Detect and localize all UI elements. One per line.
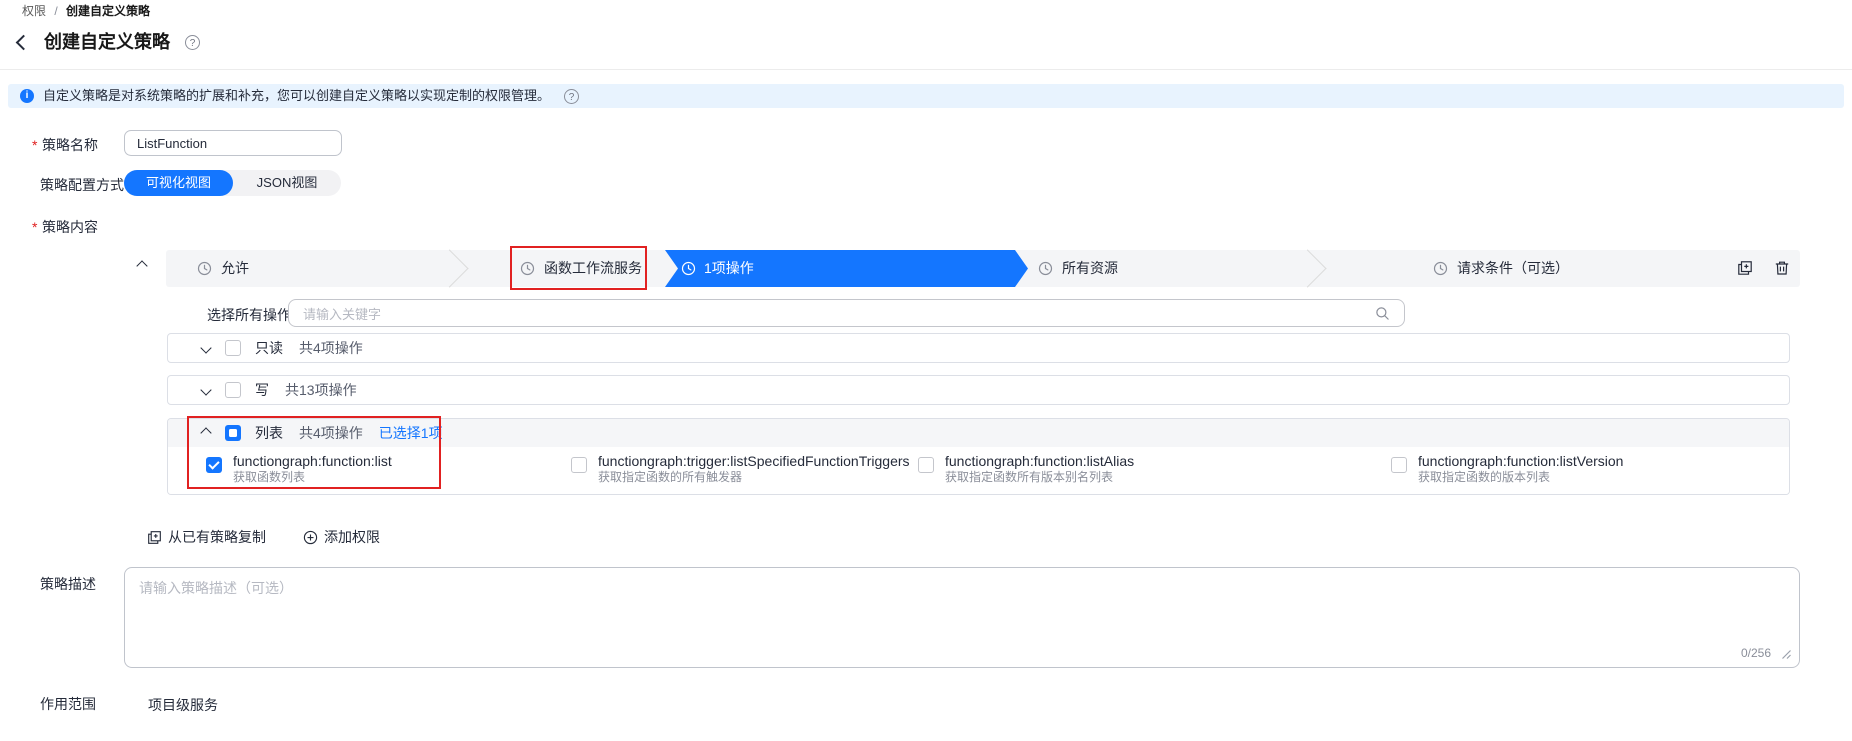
- chevron-down-icon[interactable]: [200, 384, 212, 396]
- banner-help-icon[interactable]: ?: [564, 88, 580, 104]
- copy-plus-icon: [147, 530, 162, 545]
- operation-checkbox[interactable]: [1391, 457, 1407, 473]
- step-separator: [430, 249, 469, 288]
- step-effect-allow[interactable]: 允许: [221, 250, 249, 287]
- collapse-statement-icon[interactable]: [136, 260, 148, 272]
- select-all-operations-label: 选择所有操作: [207, 307, 291, 323]
- description-textarea[interactable]: [125, 568, 1799, 640]
- description-label: 策略描述: [40, 576, 96, 592]
- chevron-down-icon[interactable]: [200, 342, 212, 354]
- config-mode-switch: 可视化视图 JSON视图: [124, 170, 341, 196]
- operation-desc: 获取指定函数的所有触发器: [598, 470, 743, 484]
- operation-checkbox[interactable]: [206, 457, 222, 473]
- policy-name-label: 策略名称: [42, 137, 98, 153]
- group-list-bar[interactable]: 列表 共4项操作 已选择1项: [168, 419, 1789, 447]
- resize-handle-icon[interactable]: [1781, 649, 1792, 660]
- group-list-items: functiongraph:function:list 获取函数列表 funct…: [168, 447, 1789, 494]
- operation-item-list-alias[interactable]: functiongraph:function:listAlias 获取指定函数所…: [918, 453, 1134, 485]
- group-readonly-checkbox[interactable]: [225, 340, 241, 356]
- breadcrumb-separator: /: [54, 4, 58, 18]
- group-write-count: 共13项操作: [285, 382, 357, 398]
- group-write-label: 写: [255, 382, 269, 398]
- step-conditions-optional[interactable]: 请求条件（可选）: [1457, 250, 1569, 287]
- operation-desc: 获取指定函数的版本列表: [1418, 470, 1551, 484]
- operation-item-list[interactable]: functiongraph:function:list 获取函数列表: [206, 453, 392, 485]
- clock-icon: [1038, 261, 1053, 276]
- group-list-count: 共4项操作: [299, 425, 363, 441]
- duplicate-statement-icon[interactable]: [1737, 260, 1753, 276]
- breadcrumb: 权限 / 创建自定义策略: [22, 3, 150, 19]
- tab-visual-view[interactable]: 可视化视图: [124, 170, 233, 196]
- add-permission-label: 添加权限: [324, 529, 380, 545]
- group-readonly-bar[interactable]: 只读 共4项操作: [167, 333, 1790, 363]
- search-input[interactable]: [301, 301, 1365, 327]
- group-write-checkbox[interactable]: [225, 382, 241, 398]
- operations-search: [288, 299, 1405, 327]
- required-marker: *: [32, 219, 38, 235]
- group-readonly-count: 共4项操作: [299, 340, 363, 356]
- operation-name: functiongraph:function:listAlias: [945, 453, 1135, 469]
- operation-checkbox[interactable]: [918, 457, 934, 473]
- policy-content-label: 策略内容: [42, 219, 98, 235]
- operation-checkbox[interactable]: [571, 457, 587, 473]
- char-counter: 0/256: [1740, 646, 1771, 660]
- info-banner: i 自定义策略是对系统策略的扩展和补充，您可以创建自定义策略以实现定制的权限管理…: [8, 84, 1844, 108]
- operation-desc: 获取指定函数所有版本别名列表: [945, 470, 1114, 484]
- config-mode-label: 策略配置方式: [40, 177, 124, 193]
- operation-name: functiongraph:function:list: [233, 453, 392, 469]
- banner-message: 自定义策略是对系统策略的扩展和补充，您可以创建自定义策略以实现定制的权限管理。: [43, 88, 551, 103]
- group-list-checkbox[interactable]: [225, 425, 241, 441]
- step-service-functiongraph[interactable]: 函数工作流服务: [544, 250, 642, 287]
- clock-icon: [1433, 261, 1448, 276]
- statement-steps-bar: 允许 函数工作流服务 1项操作 所有资源 请求条件（可选）: [166, 249, 1800, 288]
- required-marker: *: [32, 137, 38, 153]
- clock-icon: [681, 261, 696, 276]
- copy-from-existing-policy-label: 从已有策略复制: [168, 529, 266, 545]
- operation-item-list-triggers[interactable]: functiongraph:trigger:listSpecifiedFunct…: [571, 453, 910, 485]
- group-readonly-label: 只读: [255, 340, 283, 356]
- search-icon[interactable]: [1375, 306, 1390, 321]
- step-actions-label: 1项操作: [704, 260, 754, 276]
- operation-name: functiongraph:function:listVersion: [1418, 453, 1624, 469]
- circle-plus-icon: [303, 530, 318, 545]
- description-field: 0/256: [124, 567, 1800, 668]
- title-help-icon[interactable]: ?: [185, 35, 200, 50]
- copy-from-existing-policy-link[interactable]: 从已有策略复制: [147, 527, 266, 547]
- step-resources-all[interactable]: 所有资源: [1062, 250, 1118, 287]
- info-icon: i: [20, 89, 34, 103]
- tab-json-view[interactable]: JSON视图: [233, 170, 341, 196]
- operation-desc: 获取函数列表: [233, 470, 306, 484]
- chevron-up-icon[interactable]: [200, 427, 212, 439]
- group-list-label: 列表: [255, 425, 283, 441]
- group-write-bar[interactable]: 写 共13项操作: [167, 375, 1790, 405]
- breadcrumb-current: 创建自定义策略: [66, 4, 151, 18]
- step-actions-active[interactable]: 1项操作: [665, 250, 1028, 287]
- operation-item-list-version[interactable]: functiongraph:function:listVersion 获取指定函…: [1391, 453, 1623, 485]
- breadcrumb-permissions-link[interactable]: 权限: [22, 4, 46, 18]
- page-title: 创建自定义策略: [44, 32, 170, 52]
- scope-label: 作用范围: [40, 696, 96, 712]
- group-list-section: 列表 共4项操作 已选择1项 functiongraph:function:li…: [167, 418, 1790, 495]
- header-divider: [0, 69, 1852, 70]
- delete-statement-icon[interactable]: [1774, 260, 1790, 276]
- selected-count-badge: 已选择1项: [378, 425, 443, 441]
- clock-icon: [520, 261, 535, 276]
- add-permission-link[interactable]: 添加权限: [303, 527, 380, 547]
- policy-name-input[interactable]: [124, 130, 342, 156]
- create-custom-policy-page: 权限 / 创建自定义策略 创建自定义策略 ? i 自定义策略是对系统策略的扩展和…: [0, 0, 1852, 741]
- back-icon[interactable]: [15, 34, 32, 51]
- operation-name: functiongraph:trigger:listSpecifiedFunct…: [598, 453, 910, 469]
- step-separator: [1288, 249, 1327, 288]
- clock-icon: [197, 261, 212, 276]
- scope-value: 项目级服务: [148, 697, 218, 713]
